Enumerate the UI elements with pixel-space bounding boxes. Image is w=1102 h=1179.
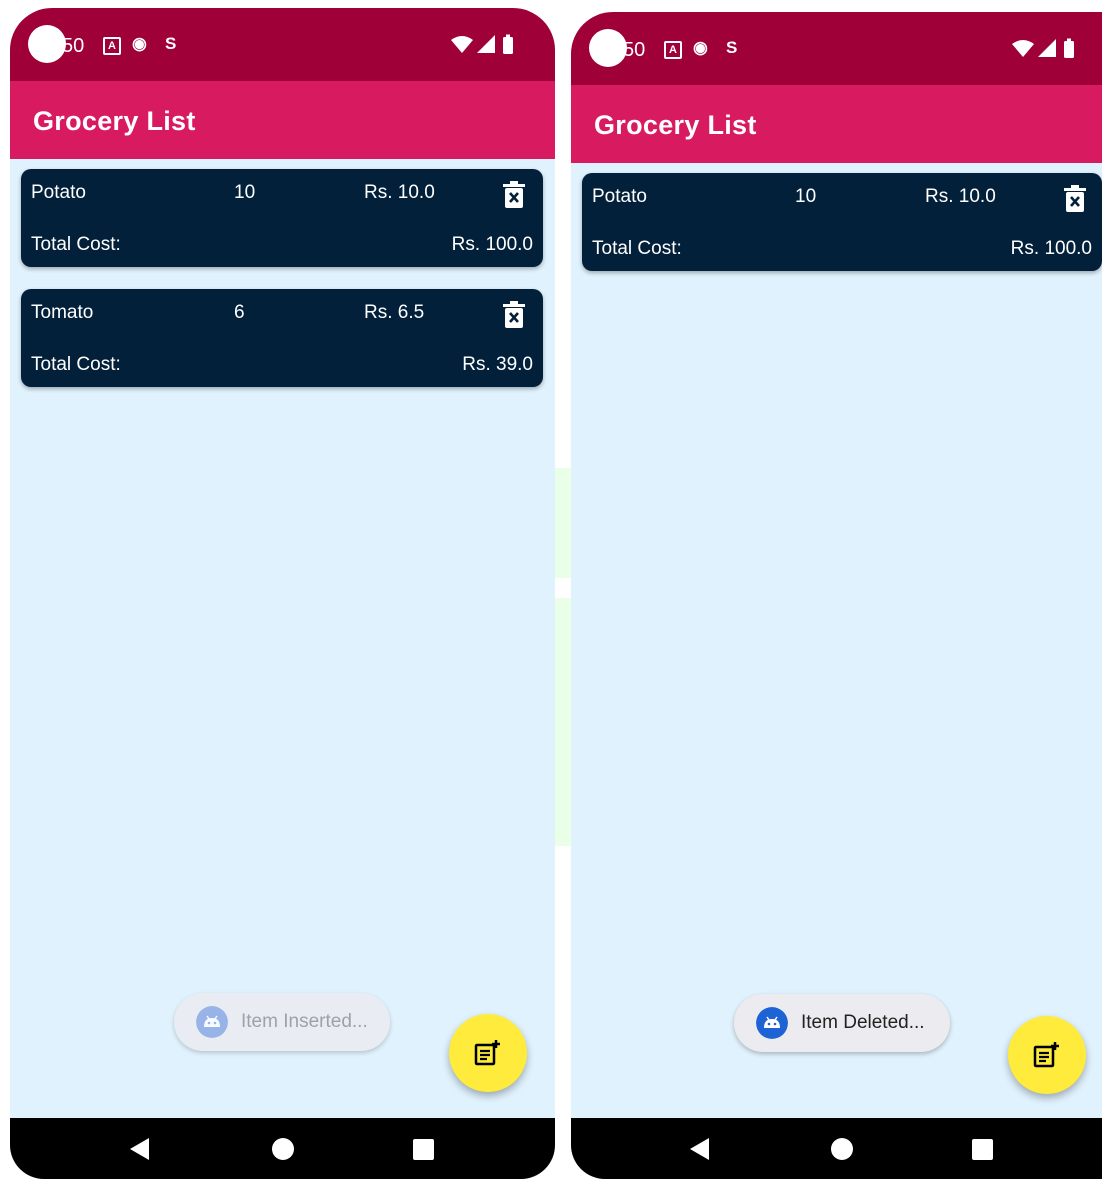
add-item-fab[interactable]	[449, 1014, 527, 1092]
total-cost-label: Total Cost:	[31, 354, 121, 375]
note-add-icon	[1033, 1042, 1059, 1068]
delete-forever-icon[interactable]	[502, 181, 526, 209]
notification-a-icon: A	[664, 41, 682, 59]
total-cost-value: Rs. 39.0	[462, 354, 533, 375]
separator-strip	[555, 598, 571, 846]
toast-text: Item Inserted...	[241, 1011, 368, 1032]
back-button[interactable]	[130, 1138, 149, 1160]
navigation-bar	[10, 1118, 555, 1179]
status-clock: 50	[62, 35, 85, 57]
toast-text: Item Deleted...	[801, 1012, 925, 1033]
note-add-icon	[474, 1040, 500, 1066]
item-name: Potato	[31, 182, 86, 203]
item-name: Potato	[592, 186, 647, 207]
app-title: Grocery List	[594, 110, 757, 140]
battery-icon	[1064, 41, 1074, 58]
status-icons	[451, 34, 513, 54]
add-item-fab[interactable]	[1008, 1016, 1086, 1094]
total-cost-value: Rs. 100.0	[451, 234, 533, 255]
item-price: Rs. 10.0	[925, 186, 996, 207]
phone-screen-deleted: 50 A ◉ S Grocery List Potato 10 Rs. 10.0…	[571, 12, 1102, 1179]
android-icon	[756, 1007, 788, 1039]
total-cost-label: Total Cost:	[31, 234, 121, 255]
navigation-bar	[571, 1118, 1102, 1179]
wifi-icon	[1012, 40, 1034, 57]
item-name: Tomato	[31, 302, 94, 323]
app-bar: Grocery List	[10, 81, 555, 159]
signal-icon	[477, 35, 495, 53]
delete-forever-icon[interactable]	[1063, 185, 1087, 213]
back-button[interactable]	[690, 1138, 709, 1160]
item-quantity: 6	[234, 302, 245, 323]
item-price: Rs. 10.0	[364, 182, 435, 203]
recents-button[interactable]	[972, 1139, 993, 1160]
wifi-icon	[451, 36, 473, 53]
toast-message: Item Inserted...	[174, 993, 390, 1051]
recents-button[interactable]	[413, 1139, 434, 1160]
delete-forever-icon[interactable]	[502, 301, 526, 329]
app-title: Grocery List	[33, 106, 196, 136]
status-bar: 50 A ◉ S	[10, 8, 555, 81]
notification-s-icon: S	[165, 34, 177, 53]
status-clock: 50	[623, 39, 646, 61]
total-cost-value: Rs. 100.0	[1010, 238, 1092, 259]
home-button[interactable]	[831, 1138, 853, 1160]
separator-strip	[555, 468, 571, 578]
signal-icon	[1038, 39, 1056, 57]
total-cost-label: Total Cost:	[592, 238, 682, 259]
camera-cutout	[28, 25, 66, 63]
item-price: Rs. 6.5	[364, 302, 425, 323]
grocery-item-card[interactable]: Potato 10 Rs. 10.0 Total Cost: Rs. 100.0	[582, 173, 1102, 271]
android-icon	[196, 1006, 228, 1038]
phone-screen-inserted: 50 A ◉ S Grocery List Potato 10 Rs. 10.0…	[10, 8, 555, 1179]
notification-sync-icon: ◉	[693, 38, 708, 57]
toast-message: Item Deleted...	[734, 994, 950, 1052]
notification-a-icon: A	[103, 37, 121, 55]
status-icons	[1012, 38, 1074, 58]
item-quantity: 10	[234, 182, 256, 203]
notification-s-icon: S	[726, 38, 738, 57]
notification-sync-icon: ◉	[132, 34, 147, 53]
grocery-item-card[interactable]: Potato 10 Rs. 10.0 Total Cost: Rs. 100.0	[21, 169, 543, 267]
app-bar: Grocery List	[571, 85, 1102, 163]
battery-icon	[503, 37, 513, 54]
grocery-item-card[interactable]: Tomato 6 Rs. 6.5 Total Cost: Rs. 39.0	[21, 289, 543, 387]
item-quantity: 10	[795, 186, 817, 207]
status-bar: 50 A ◉ S	[571, 12, 1102, 85]
camera-cutout	[589, 29, 627, 67]
home-button[interactable]	[272, 1138, 294, 1160]
